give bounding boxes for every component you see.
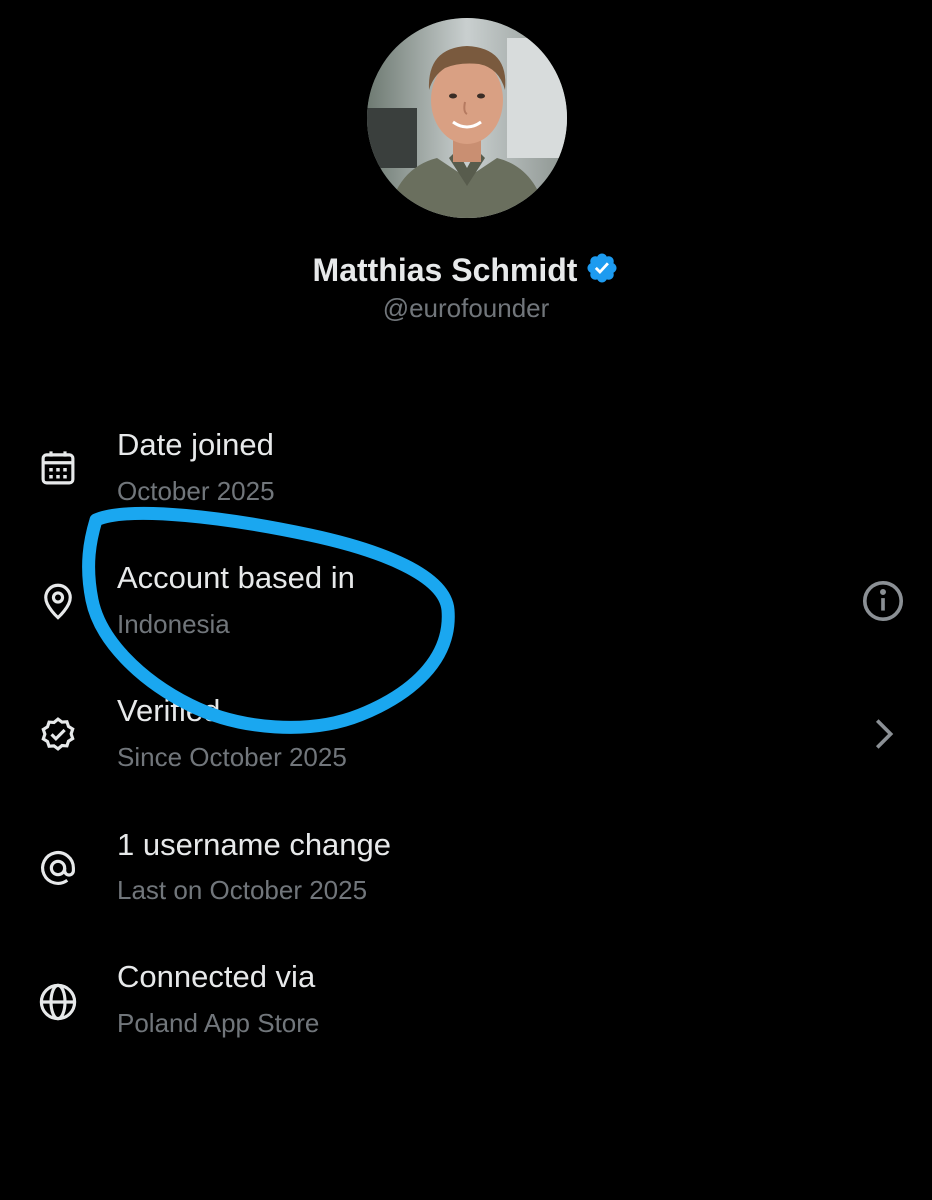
row-subtitle: Last on October 2025 — [117, 875, 368, 905]
row-title: Account based in — [117, 560, 355, 595]
row-title: 1 username change — [117, 827, 392, 862]
info-row-account-based-in: Account based in Indonesia — [0, 553, 932, 663]
globe-icon — [37, 981, 79, 1023]
profile-name: Matthias Schmidt — [312, 252, 578, 288]
row-subtitle: Indonesia — [117, 609, 230, 639]
calendar-icon — [37, 447, 79, 489]
profile-name-row: Matthias Schmidt — [0, 250, 932, 294]
info-row-verified[interactable]: Verified Since October 2025 — [0, 686, 932, 796]
info-icon[interactable] — [860, 578, 906, 624]
info-row-username-change: 1 username change Last on October 2025 — [0, 820, 932, 930]
at-sign-icon — [37, 847, 79, 889]
avatar-photo — [367, 18, 567, 218]
row-subtitle: October 2025 — [117, 476, 275, 506]
row-subtitle: Since October 2025 — [117, 742, 347, 772]
profile-handle: @eurofounder — [382, 293, 550, 323]
verified-checkmark-icon[interactable] — [585, 251, 619, 294]
verified-badge-icon — [37, 713, 79, 755]
row-title: Connected via — [117, 959, 316, 994]
avatar[interactable] — [367, 18, 567, 218]
chevron-right-icon[interactable] — [860, 711, 906, 757]
row-subtitle: Poland App Store — [117, 1008, 320, 1038]
info-row-date-joined: Date joined October 2025 — [0, 420, 932, 530]
info-row-connected-via: Connected via Poland App Store — [0, 952, 932, 1062]
location-pin-icon — [37, 580, 79, 622]
row-title: Date joined — [117, 427, 274, 462]
row-title: Verified — [117, 693, 221, 728]
